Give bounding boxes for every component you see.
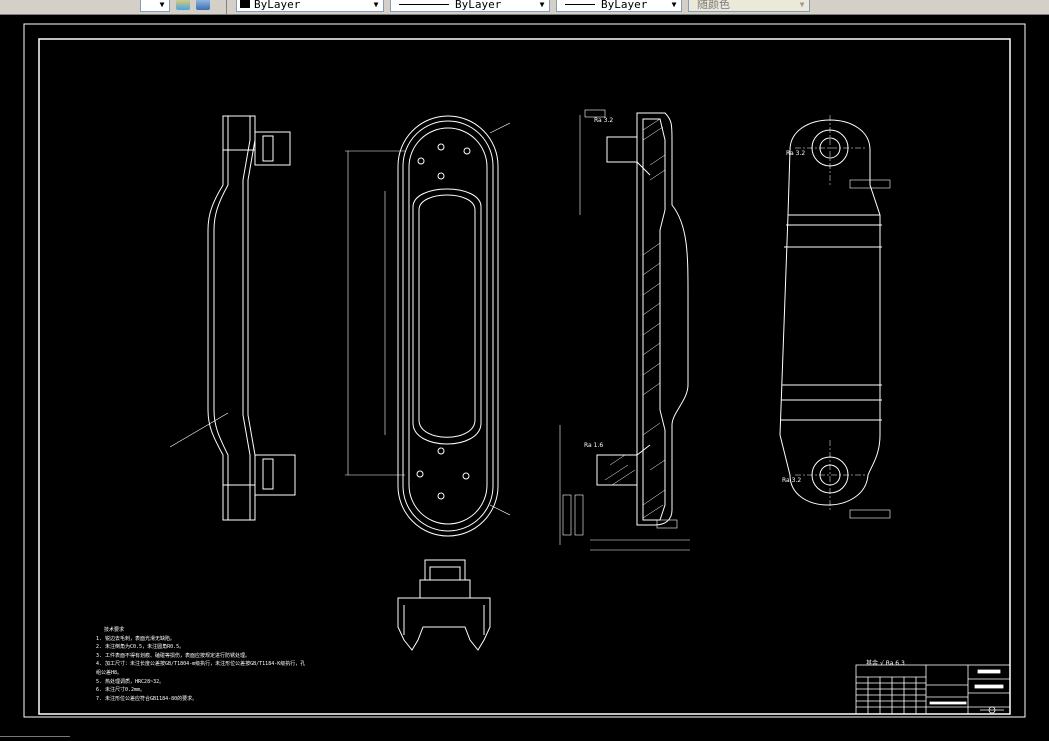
plotstyle-value: 随颜色: [697, 0, 730, 11]
surface-note-label: 其余: [866, 660, 879, 667]
roughness-label-4: Ra 3.2: [782, 477, 801, 484]
color-control-dropdown[interactable]: ByLayer ▼: [236, 0, 384, 12]
surface-note-value: Ra 6.3: [885, 660, 905, 667]
front-view: [345, 115, 511, 537]
lineweight-control-dropdown[interactable]: ByLayer ▼: [556, 0, 682, 12]
properties-toolbar: ▼ ByLayer ▼ ByLayer ▼ ByLayer ▼ 随颜色 ▼: [0, 0, 1049, 15]
plotstyle-control-dropdown[interactable]: 随颜色 ▼: [688, 0, 810, 12]
tech-requirement-item: 2. 未注倒角为C0.5，未注圆角R0.5。: [96, 644, 185, 651]
linetype-preview-icon: [399, 3, 449, 5]
tech-requirement-item: 组公差H8。: [96, 669, 123, 676]
side-view: [169, 115, 296, 521]
surface-roughness-note: 其余 √ Ra 6.3: [866, 658, 905, 667]
layer-states-icon[interactable]: [176, 0, 190, 10]
roughness-symbol-icon: √: [879, 660, 884, 667]
sheet-outer-border: [23, 23, 1026, 718]
layer-previous-icon[interactable]: [196, 0, 210, 10]
chevron-down-icon: ▼: [159, 0, 165, 9]
model-tab-strip[interactable]: [0, 736, 70, 741]
tech-requirements-title: 技术要求: [104, 627, 125, 633]
end-view: [397, 559, 491, 651]
toolbar-separator: [226, 0, 227, 14]
layer-dropdown-tail[interactable]: ▼: [140, 0, 170, 12]
linetype-value: ByLayer: [455, 0, 502, 11]
chevron-down-icon: ▼: [671, 0, 677, 9]
tech-requirement-item: 1. 锐边去毛刺，表面光滑无缺陷。: [96, 635, 176, 642]
chevron-down-icon: ▼: [373, 0, 379, 9]
tech-requirement-item: 6. 未注尺寸0.2mm。: [96, 687, 146, 694]
chevron-down-icon: ▼: [539, 0, 545, 9]
tech-requirement-item: 7. 未注形位公差应符合GB1184-80的要求。: [96, 695, 198, 702]
technical-requirements: 技术要求 1. 锐边去毛刺，表面光滑无缺陷。 2. 未注倒角为C0.5，未注圆角…: [96, 626, 356, 703]
roughness-label-1: Ra 3.2: [594, 117, 613, 124]
linetype-control-dropdown[interactable]: ByLayer ▼: [390, 0, 550, 12]
section-view: [559, 109, 690, 551]
title-block: [855, 664, 1011, 715]
roughness-label-2: Ra 1.6: [584, 442, 603, 449]
lineweight-value: ByLayer: [601, 0, 648, 11]
color-swatch-icon: [240, 0, 250, 8]
drawing-canvas[interactable]: Ra 3.2 Ra 1.6 Ra 3.2 Ra 3.2 其余 √ Ra 6.3 …: [0, 15, 1049, 741]
outline-view: [779, 115, 891, 519]
sheet-inner-border: [38, 38, 1011, 715]
tech-requirement-item: 5. 热处理调质，HRC28~32。: [96, 678, 165, 685]
color-value: ByLayer: [254, 0, 301, 11]
tech-requirement-item: 3. 工件表面不得有划痕、磕碰等损伤，表面应按规定进行防锈处理。: [96, 652, 251, 659]
chevron-down-icon: ▼: [799, 0, 805, 9]
tech-requirement-item: 4. 加工尺寸：未注长度公差按GB/T1804-m级执行，未注形位公差按GB/T…: [96, 661, 306, 668]
lineweight-preview-icon: [565, 3, 595, 5]
roughness-label-3: Ra 3.2: [786, 150, 805, 157]
